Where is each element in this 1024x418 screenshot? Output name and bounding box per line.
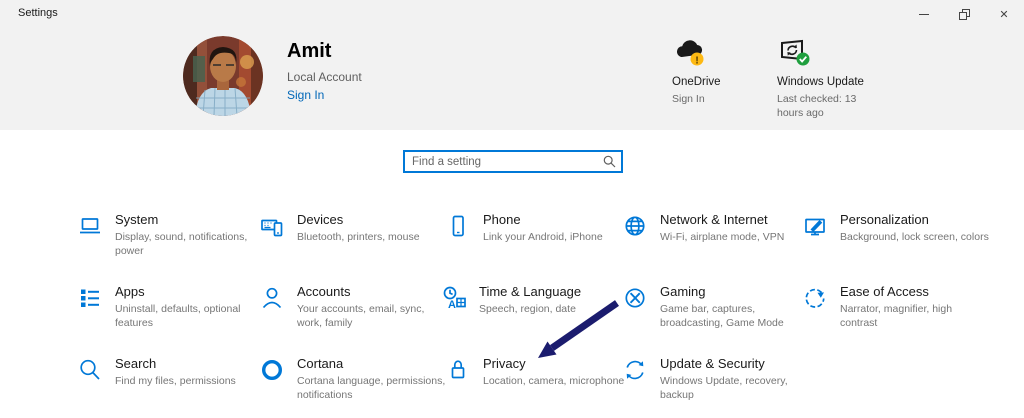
tile-title: Ease of Access xyxy=(840,284,929,299)
minimize-icon xyxy=(919,13,929,15)
tile-title: Phone xyxy=(483,212,521,227)
tile-network-internet[interactable]: Network & Internet Wi-Fi, airplane mode,… xyxy=(620,212,802,245)
minimize-button[interactable] xyxy=(904,0,944,28)
user-profile[interactable]: Amit Local Account Sign In xyxy=(183,36,362,116)
tile-accounts[interactable]: Accounts Your accounts, email, sync, wor… xyxy=(257,284,439,330)
magnifier-icon xyxy=(80,359,100,380)
laptop-icon xyxy=(80,218,100,234)
user-name: Amit xyxy=(287,40,332,62)
tile-devices[interactable]: Devices Bluetooth, printers, mouse xyxy=(257,212,439,245)
tile-subtitle: Link your Android, iPhone xyxy=(483,231,603,243)
tile-personalization[interactable]: Personalization Background, lock screen,… xyxy=(800,212,989,245)
window-controls: ✕ xyxy=(904,0,1024,28)
xbox-icon xyxy=(625,288,645,308)
tile-subtitle: Display, sound, notifications, power xyxy=(115,231,248,257)
ease-of-access-icon xyxy=(805,288,825,308)
tile-title: Search xyxy=(115,356,157,371)
onedrive-cloud-icon: ! xyxy=(672,38,721,68)
settings-window: Settings ✕ Amit Local Account Sign In ! … xyxy=(0,0,1024,418)
tile-subtitle: Speech, region, date xyxy=(479,303,576,315)
tile-subtitle: Your accounts, email, sync, work, family xyxy=(297,303,425,329)
search-box xyxy=(403,150,623,173)
person-icon xyxy=(262,287,282,309)
close-button[interactable]: ✕ xyxy=(984,0,1024,28)
tile-apps[interactable]: Apps Uninstall, defaults, optional featu… xyxy=(75,284,257,330)
globe-icon xyxy=(625,216,645,236)
header-section: Settings ✕ Amit Local Account Sign In ! … xyxy=(0,0,1024,130)
tile-system[interactable]: System Display, sound, notifications, po… xyxy=(75,212,257,258)
tile-title: Cortana xyxy=(297,356,344,371)
windows-update-status: Last checked: 13 hours ago xyxy=(777,93,857,119)
svg-text:A: A xyxy=(448,299,456,311)
monitor-brush-icon xyxy=(805,218,825,236)
tile-title: Privacy xyxy=(483,356,526,371)
search-input[interactable] xyxy=(403,150,623,173)
tile-subtitle: Game bar, captures, broadcasting, Game M… xyxy=(660,303,784,329)
tile-title: System xyxy=(115,212,159,227)
restore-button[interactable] xyxy=(944,0,984,28)
tile-subtitle: Narrator, magnifier, high contrast xyxy=(840,303,953,329)
clock-language-icon: A xyxy=(443,286,466,311)
tile-subtitle: Bluetooth, printers, mouse xyxy=(297,231,420,243)
tile-title: Time & Language xyxy=(479,284,582,299)
windows-update-section[interactable]: Windows Update Last checked: 13 hours ag… xyxy=(777,38,865,120)
tile-update-security[interactable]: Update & Security Windows Update, recove… xyxy=(620,356,802,402)
lock-icon xyxy=(451,360,465,379)
tile-title: Gaming xyxy=(660,284,706,299)
tile-title: Devices xyxy=(297,212,344,227)
tile-title: Accounts xyxy=(297,284,351,299)
tile-subtitle: Windows Update, recovery, backup xyxy=(660,375,788,401)
tile-subtitle: Background, lock screen, colors xyxy=(840,231,989,243)
tile-ease-of-access[interactable]: Ease of Access Narrator, magnifier, high… xyxy=(800,284,982,330)
onedrive-section[interactable]: ! OneDrive Sign In xyxy=(672,38,721,106)
window-title: Settings xyxy=(18,7,58,19)
sign-in-link[interactable]: Sign In xyxy=(287,88,362,102)
tile-gaming[interactable]: Gaming Game bar, captures, broadcasting,… xyxy=(620,284,802,330)
tile-title: Personalization xyxy=(840,212,929,227)
tile-title: Network & Internet xyxy=(660,212,768,227)
smartphone-icon xyxy=(452,215,464,237)
tile-title: Apps xyxy=(115,284,145,299)
tile-title: Update & Security xyxy=(660,356,765,371)
windows-update-label: Windows Update xyxy=(777,76,864,88)
tile-cortana[interactable]: Cortana Cortana language, permissions, n… xyxy=(257,356,445,402)
avatar xyxy=(183,36,263,116)
tile-subtitle: Uninstall, defaults, optional features xyxy=(115,303,241,329)
onedrive-status: Sign In xyxy=(672,93,705,105)
tile-phone[interactable]: Phone Link your Android, iPhone xyxy=(443,212,625,245)
tile-subtitle: Wi-Fi, airplane mode, VPN xyxy=(660,231,785,243)
tile-subtitle: Cortana language, permissions, notificat… xyxy=(297,375,446,401)
tile-subtitle: Location, camera, microphone xyxy=(483,375,625,387)
tile-subtitle: Find my files, permissions xyxy=(115,375,236,387)
account-type-label: Local Account xyxy=(287,70,362,84)
app-list-icon xyxy=(81,289,99,307)
restore-icon xyxy=(958,8,970,20)
tile-time-language[interactable]: A Time & Language Speech, region, date xyxy=(439,284,621,317)
tile-privacy[interactable]: Privacy Location, camera, microphone xyxy=(443,356,625,389)
cortana-ring-icon xyxy=(261,359,283,381)
onedrive-label: OneDrive xyxy=(672,76,721,88)
windows-update-icon xyxy=(777,38,865,68)
keyboard-phone-icon xyxy=(261,219,283,237)
tile-search[interactable]: Search Find my files, permissions xyxy=(75,356,257,389)
refresh-arrows-icon xyxy=(626,360,644,380)
svg-text:!: ! xyxy=(695,56,698,67)
